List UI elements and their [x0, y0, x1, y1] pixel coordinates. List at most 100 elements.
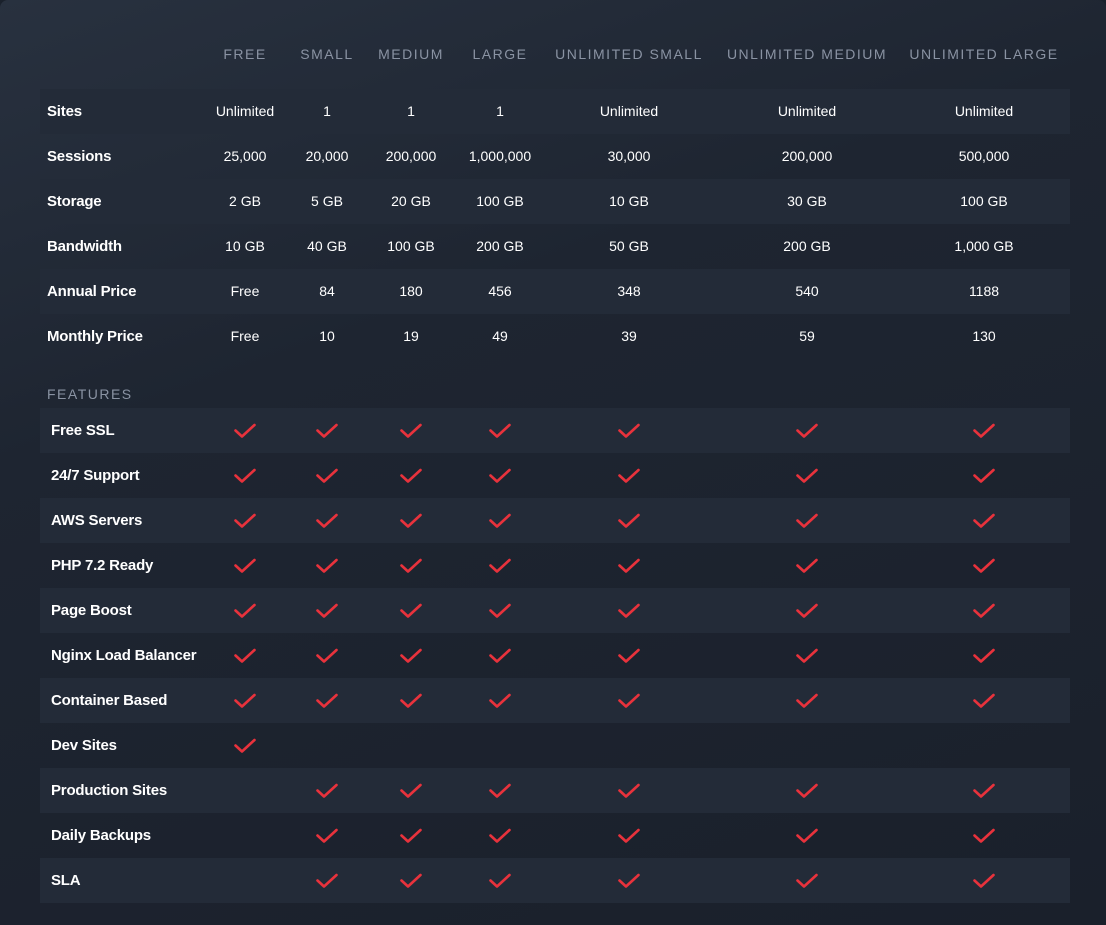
check-icon	[717, 633, 897, 678]
check-icon	[717, 768, 897, 813]
check-icon	[909, 543, 1059, 588]
check-icon	[717, 858, 897, 903]
check-icon	[440, 453, 560, 498]
check-icon	[554, 543, 704, 588]
check-icon	[440, 588, 560, 633]
spec-value: 100 GB	[960, 193, 1008, 209]
feature-row: Page Boost	[40, 588, 1070, 633]
check-icon	[554, 768, 704, 813]
check-icon	[554, 633, 704, 678]
spec-value: 130	[972, 328, 996, 344]
spec-value: 30,000	[607, 148, 651, 164]
feature-row: Dev Sites	[40, 723, 1070, 768]
spec-value: 50 GB	[609, 238, 649, 254]
check-icon	[287, 588, 367, 633]
check-icon	[440, 498, 560, 543]
spec-row: Monthly Price Free 10 19 49 39 59 130	[40, 314, 1070, 359]
spec-label: Annual Price	[47, 283, 137, 300]
check-icon	[440, 768, 560, 813]
spec-value: 200 GB	[783, 238, 831, 254]
feature-row: Container Based	[40, 678, 1070, 723]
check-icon	[909, 768, 1059, 813]
spec-label: Storage	[47, 193, 102, 210]
feature-label: PHP 7.2 Ready	[51, 557, 154, 574]
spec-value: 40 GB	[307, 238, 347, 254]
check-icon	[717, 453, 897, 498]
spec-value: 5 GB	[311, 193, 343, 209]
feature-row: Production Sites	[40, 768, 1070, 813]
spec-label: Sessions	[47, 148, 112, 165]
pricing-comparison-table: FREE SMALL MEDIUM LARGE UNLIMITED SMALL …	[0, 0, 1106, 925]
spec-value: 500,000	[958, 148, 1010, 164]
spec-value: 348	[617, 283, 641, 299]
spec-value: 10 GB	[609, 193, 649, 209]
spec-label: Sites	[47, 103, 82, 120]
check-icon	[909, 858, 1059, 903]
spec-value: 200,000	[781, 148, 833, 164]
feature-label: Free SSL	[51, 422, 115, 439]
spec-value: 200 GB	[476, 238, 524, 254]
spec-value: Unlimited	[599, 103, 659, 119]
feature-label: Page Boost	[51, 602, 132, 619]
plan-header-unlimited-large: UNLIMITED LARGE	[909, 46, 1059, 62]
feature-label: Production Sites	[51, 782, 167, 799]
check-icon	[554, 453, 704, 498]
feature-row: PHP 7.2 Ready	[40, 543, 1070, 588]
check-icon	[287, 453, 367, 498]
check-icon	[287, 498, 367, 543]
check-icon	[717, 813, 897, 858]
check-icon	[440, 633, 560, 678]
spec-value: 30 GB	[787, 193, 827, 209]
check-icon	[909, 678, 1059, 723]
spec-value: 1	[323, 103, 331, 119]
check-icon	[717, 498, 897, 543]
check-icon	[909, 633, 1059, 678]
spec-row: Annual Price Free 84 180 456 348 540 1188	[40, 269, 1070, 314]
check-icon	[554, 813, 704, 858]
check-icon	[287, 768, 367, 813]
check-icon	[440, 858, 560, 903]
check-icon	[440, 408, 560, 453]
check-icon	[287, 543, 367, 588]
check-icon	[909, 498, 1059, 543]
feature-row: Daily Backups	[40, 813, 1070, 858]
check-icon	[909, 813, 1059, 858]
check-icon	[287, 858, 367, 903]
check-icon	[717, 678, 897, 723]
feature-label: AWS Servers	[51, 512, 143, 529]
feature-label: SLA	[51, 872, 81, 889]
feature-row: SLA	[40, 858, 1070, 903]
spec-value: 456	[488, 283, 512, 299]
check-icon	[287, 408, 367, 453]
spec-value: Unlimited	[954, 103, 1014, 119]
spec-value: 49	[492, 328, 508, 344]
plan-header-row: FREE SMALL MEDIUM LARGE UNLIMITED SMALL …	[40, 36, 1070, 72]
check-icon	[554, 858, 704, 903]
check-icon	[440, 678, 560, 723]
spec-value: 100 GB	[476, 193, 524, 209]
features-section-title: FEATURES	[47, 386, 133, 402]
feature-label: Daily Backups	[51, 827, 151, 844]
spec-value: 1,000,000	[468, 148, 532, 164]
spec-row: Bandwidth 10 GB 40 GB 100 GB 200 GB 50 GB 200 …	[40, 224, 1070, 269]
spec-value: 1188	[968, 283, 1000, 299]
plan-header-large: LARGE	[472, 46, 528, 62]
check-icon	[440, 543, 560, 588]
spec-value: 20,000	[305, 148, 349, 164]
check-icon	[909, 588, 1059, 633]
spec-value: 1,000 GB	[954, 238, 1014, 254]
check-icon	[717, 588, 897, 633]
spec-value: 39	[621, 328, 637, 344]
spec-row: Sessions 25,000 20,000 200,000 1,000,000 30,0…	[40, 134, 1070, 179]
feature-label: Nginx Load Balancer	[51, 647, 197, 664]
check-icon	[554, 678, 704, 723]
plan-header-small: SMALL	[300, 46, 354, 62]
plan-header-unlimited-small: UNLIMITED SMALL	[555, 46, 703, 62]
feature-row: AWS Servers	[40, 498, 1070, 543]
check-icon	[554, 588, 704, 633]
spec-value: 59	[799, 328, 815, 344]
check-icon	[909, 408, 1059, 453]
check-icon	[554, 408, 704, 453]
check-icon	[287, 813, 367, 858]
check-icon	[440, 813, 560, 858]
